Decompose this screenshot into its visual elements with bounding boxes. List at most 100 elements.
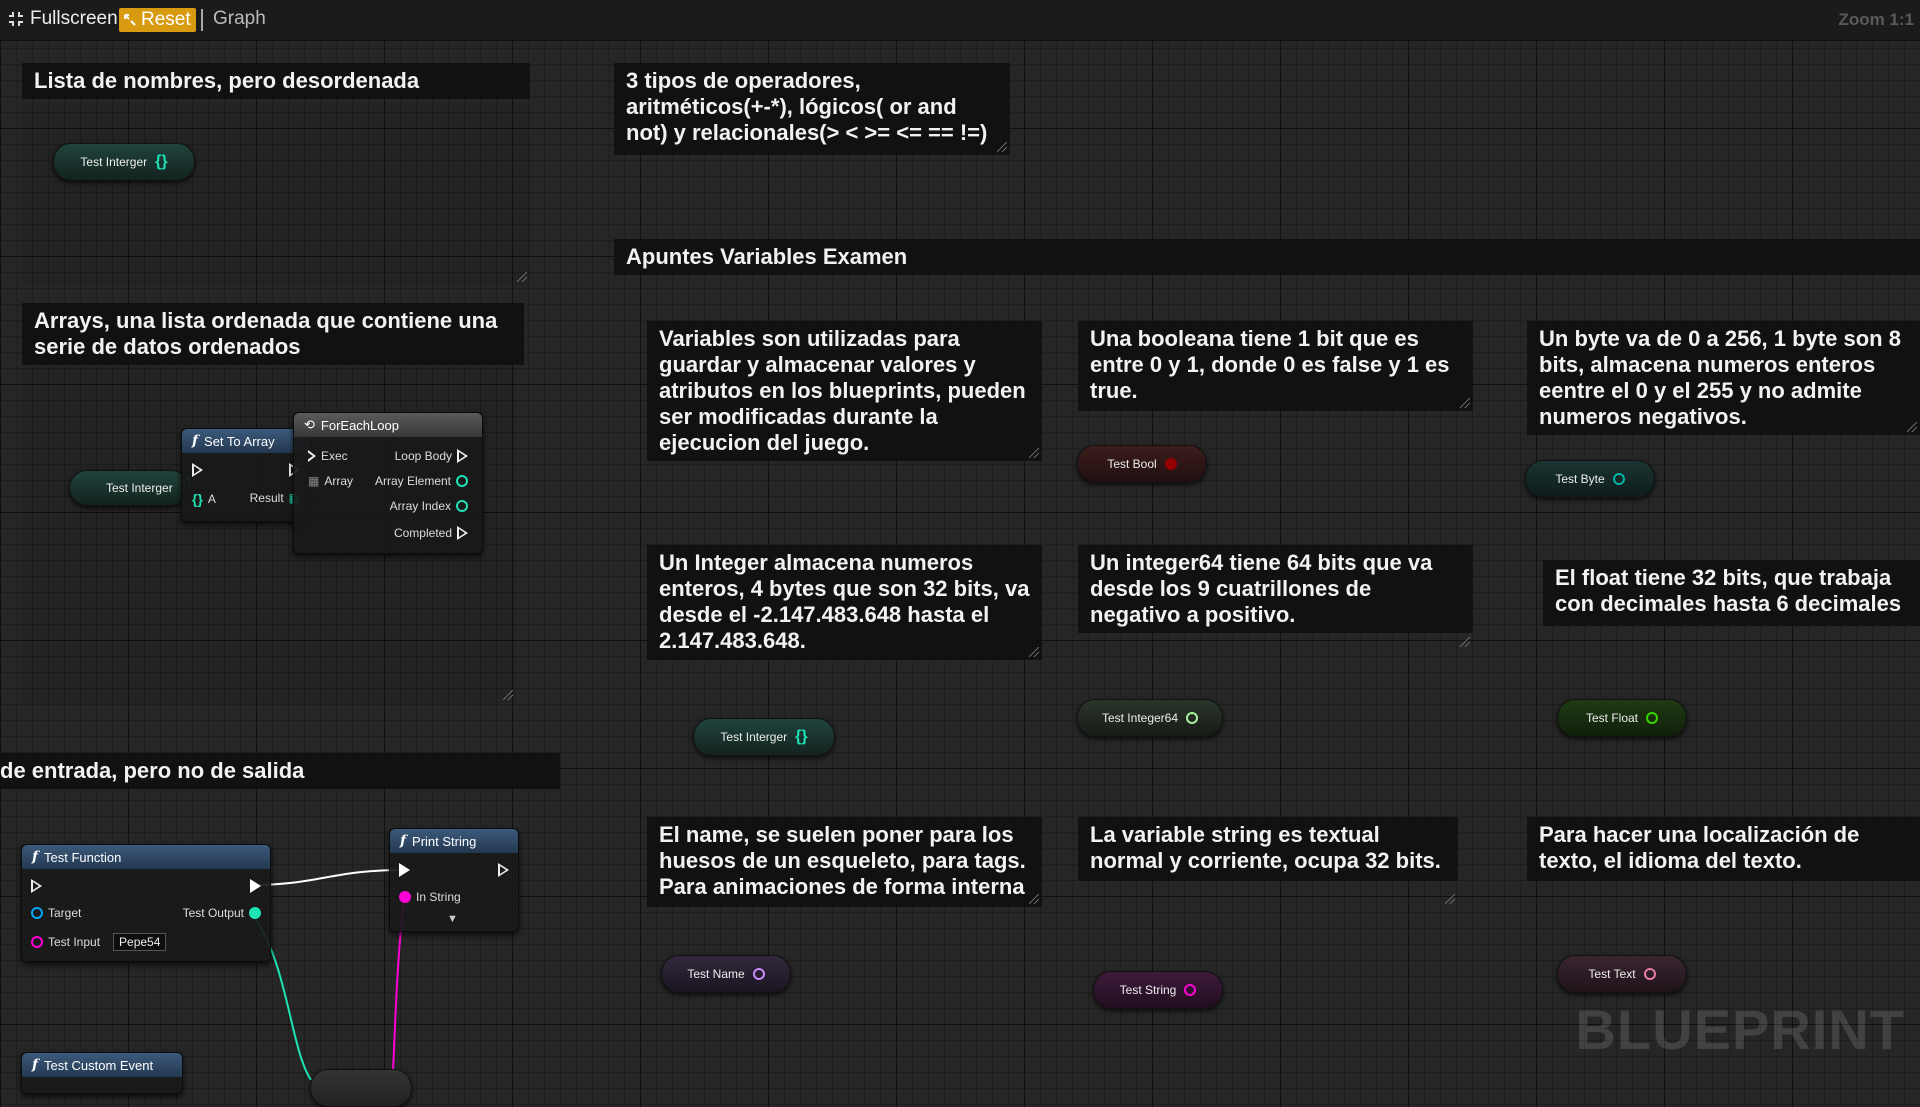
comment-box[interactable]: Un byte va de 0 a 256, 1 byte son 8 bits… [1527, 321, 1920, 435]
completed-pin[interactable] [457, 526, 468, 540]
comment-box[interactable]: de entrada, pero no de salida [0, 753, 560, 793]
comment-box[interactable]: Una booleana tiene 1 bit que es entre 0 … [1078, 321, 1473, 411]
integer64-pin-icon[interactable] [1186, 712, 1199, 724]
node-title: Print String [412, 833, 477, 849]
comment-box[interactable]: Apuntes Variables Examen [614, 239, 1920, 279]
resize-grip[interactable] [997, 142, 1007, 152]
comment-title: Para hacer una localización de texto, el… [1527, 817, 1920, 881]
test-output-pin[interactable] [249, 907, 261, 919]
function-icon: f [192, 433, 199, 449]
string-pin-icon[interactable] [1184, 984, 1197, 996]
function-icon: f [32, 1057, 39, 1073]
comment-title: El name, se suelen poner para los huesos… [647, 817, 1042, 907]
resize-grip[interactable] [1907, 422, 1917, 432]
test-function-node[interactable]: f Test Function Target Test Output Test … [21, 844, 271, 962]
pin-label: Result [249, 491, 284, 505]
comment-box[interactable]: Un Integer almacena numeros enteros, 4 b… [647, 545, 1042, 660]
zoom-level: Zoom 1:1 [1838, 10, 1914, 29]
graph-tab[interactable]: Graph [213, 8, 266, 30]
resize-grip[interactable] [1445, 894, 1455, 904]
exec-out-pin[interactable] [498, 863, 509, 877]
comment-box[interactable]: Un integer64 tiene 64 bits que va desde … [1078, 545, 1473, 650]
node-title: Test Custom Event [44, 1057, 154, 1073]
exec-wire [248, 869, 405, 886]
expand-arrow-icon[interactable]: ▼ [447, 913, 458, 925]
pin-label: Test Input [48, 935, 101, 949]
comment-title: Un byte va de 0 a 256, 1 byte son 8 bits… [1527, 321, 1920, 435]
variable-node-test-name[interactable]: Test Name [661, 955, 791, 993]
fullscreen-label: Fullscreen [30, 8, 118, 29]
loop-body-pin[interactable] [457, 449, 468, 463]
variable-label: Test Interger [106, 481, 173, 495]
function-icon: f [32, 849, 39, 865]
pin-label: Array [324, 474, 354, 488]
reset-icon [124, 14, 136, 26]
comment-title: Un Integer almacena numeros enteros, 4 b… [647, 545, 1042, 660]
comment-box[interactable]: La variable string es textual normal y c… [1078, 817, 1458, 907]
comment-box[interactable]: Para hacer una localización de texto, el… [1527, 817, 1920, 907]
exec-in-pin[interactable] [31, 879, 42, 893]
array-braces-icon[interactable]: {} [155, 153, 167, 171]
variable-node-test-string[interactable]: Test String [1093, 971, 1223, 1009]
loop-icon: ⟲ [304, 417, 315, 432]
test-input-field[interactable]: Pepe54 [113, 933, 167, 951]
variable-node-test-bool[interactable]: Test Bool [1077, 445, 1207, 483]
resize-grip[interactable] [503, 690, 513, 700]
variable-node-test-interger[interactable]: Test Interger {} [53, 143, 195, 181]
exec-in-pin[interactable] [307, 450, 316, 462]
array-element-pin[interactable] [456, 475, 468, 487]
variable-node-test-text[interactable]: Test Text [1557, 955, 1687, 993]
variable-node-test-interger-array[interactable]: Test Interger [69, 470, 189, 506]
comment-box[interactable]: 3 tipos de operadores, aritméticos(+-*),… [614, 63, 1010, 155]
target-pin[interactable] [31, 907, 43, 919]
comment-title: 3 tipos de operadores, aritméticos(+-*),… [614, 63, 1010, 155]
resize-grip[interactable] [1460, 398, 1470, 408]
comment-title: Arrays, una lista ordenada que contiene … [22, 303, 524, 365]
test-input-pin[interactable] [31, 936, 43, 948]
set-to-array-node[interactable]: f Set To Array {} A Result ▦ [181, 428, 311, 522]
comment-title: de entrada, pero no de salida [0, 753, 560, 789]
reset-button[interactable]: Reset [119, 8, 196, 32]
comment-box[interactable]: El float tiene 32 bits, que trabaja con … [1543, 560, 1920, 652]
comment-title: Un integer64 tiene 64 bits que va desde … [1078, 545, 1473, 633]
variable-node-test-integer64[interactable]: Test Integer64 [1077, 699, 1223, 737]
variable-label: Test Interger [720, 730, 788, 744]
text-pin-icon[interactable] [1643, 968, 1656, 980]
pin-label: A [207, 492, 216, 506]
in-string-pin[interactable] [399, 891, 411, 903]
exec-in-pin[interactable] [399, 863, 410, 877]
array-index-pin[interactable] [456, 500, 468, 512]
byte-pin-icon[interactable] [1612, 473, 1625, 485]
comment-title: Apuntes Variables Examen [614, 239, 1920, 275]
exec-out-pin[interactable] [250, 879, 261, 893]
test-custom-event-node[interactable]: f Test Custom Event [21, 1052, 183, 1094]
node-title: ForEachLoop [320, 417, 399, 433]
array-grid-icon[interactable]: ▦ [308, 474, 319, 488]
variable-node-test-byte[interactable]: Test Byte [1525, 460, 1655, 498]
toolbar-divider [201, 9, 203, 31]
exec-in-pin[interactable] [192, 463, 203, 477]
array-braces-icon[interactable]: {} [795, 728, 807, 746]
variable-node-test-interger-2[interactable]: Test Interger {} [693, 718, 835, 756]
resize-grip[interactable] [517, 272, 527, 282]
bool-pin-icon[interactable] [1164, 458, 1177, 470]
resize-grip[interactable] [1029, 894, 1039, 904]
fullscreen-button[interactable]: Fullscreen [8, 8, 118, 30]
variable-node-partial[interactable] [310, 1069, 412, 1107]
resize-grip[interactable] [1029, 647, 1039, 657]
variable-label: Test Byte [1555, 472, 1605, 486]
variable-label: Test Bool [1107, 457, 1157, 471]
comment-title: La variable string es textual normal y c… [1078, 817, 1458, 881]
comment-box[interactable]: Variables son utilizadas para guardar y … [647, 321, 1042, 461]
foreach-loop-node[interactable]: ⟲ ForEachLoop Exec ▦ Array Loop Body Arr… [293, 412, 483, 554]
node-title: Set To Array [204, 433, 275, 449]
comment-box[interactable]: El name, se suelen poner para los huesos… [647, 817, 1042, 907]
float-pin-icon[interactable] [1646, 712, 1659, 724]
print-string-node[interactable]: f Print String In String ▼ [389, 828, 519, 932]
resize-grip[interactable] [1029, 448, 1039, 458]
name-pin-icon[interactable] [752, 968, 765, 980]
resize-grip[interactable] [1460, 637, 1470, 647]
variable-node-test-float[interactable]: Test Float [1557, 699, 1687, 737]
array-braces-icon[interactable]: {} [192, 491, 203, 507]
variable-label: Test Name [687, 967, 745, 981]
